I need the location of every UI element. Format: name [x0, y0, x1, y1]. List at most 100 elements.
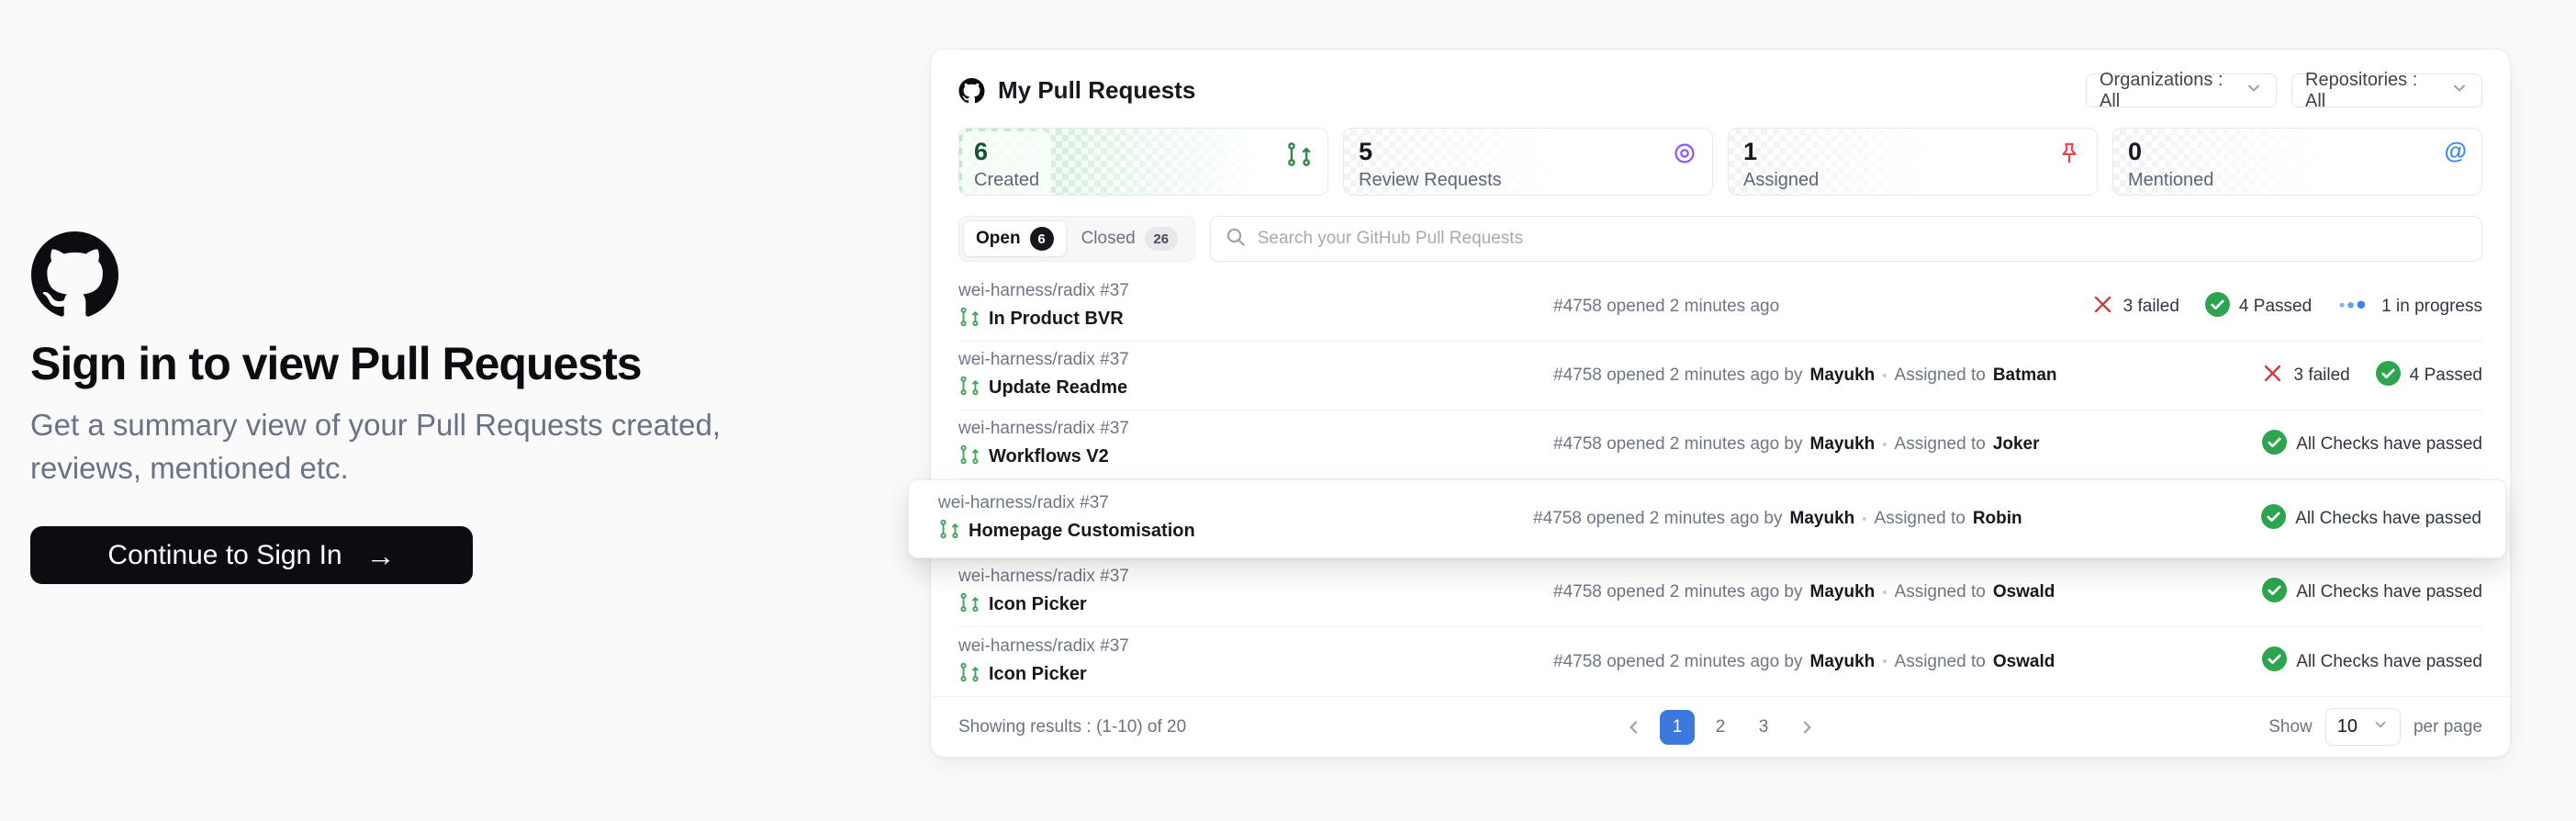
tab-open-label: Open	[976, 229, 1021, 249]
pr-row[interactable]: wei-harness/radix #37 In Product BVR #47…	[958, 273, 2482, 342]
all-checks-label: All Checks have passed	[2296, 652, 2482, 672]
tab-open[interactable]: Open 6	[963, 220, 1067, 257]
pagination: 1 2 3	[1617, 710, 1824, 745]
all-checks-passed: All Checks have passed	[2262, 578, 2482, 608]
review-requests-count: 5	[1359, 138, 1502, 165]
show-label: Show	[2268, 717, 2313, 737]
all-checks-passed: All Checks have passed	[2262, 430, 2482, 460]
tab-closed-label: Closed	[1081, 229, 1136, 249]
pull-request-icon	[958, 306, 980, 332]
repositories-filter-label: Repositories : All	[2305, 70, 2434, 112]
page-button-1[interactable]: 1	[1660, 710, 1695, 745]
page-button-3[interactable]: 3	[1746, 710, 1781, 745]
repositories-filter-dropdown[interactable]: Repositories : All	[2291, 73, 2482, 107]
pr-opened-text: #4758 opened 2 minutes ago by	[1553, 434, 1803, 455]
open-count-badge: 6	[1030, 227, 1054, 251]
failed-checks: 3 failed	[2261, 362, 2349, 390]
check-circle-icon	[2205, 292, 2230, 322]
pr-assignee: Robin	[1973, 509, 2022, 529]
tab-closed[interactable]: Closed 26	[1069, 220, 1191, 257]
arrow-right-icon: →	[366, 541, 396, 570]
pr-meta: #4758 opened 2 minutes ago by Mayukh • A…	[1533, 509, 2261, 529]
pr-assignee: Oswald	[1993, 652, 2055, 672]
pr-repo: wei-harness/radix #37	[938, 493, 1533, 513]
page-button-2[interactable]: 2	[1703, 710, 1738, 745]
search-box	[1210, 216, 2482, 262]
panel-title: My Pull Requests	[998, 76, 1195, 105]
check-circle-icon	[2262, 647, 2287, 677]
stats-row: 6 Created 5 Review Requests 1 Assigned	[958, 128, 2482, 196]
pr-repo: wei-harness/radix #37	[958, 350, 1553, 370]
pr-title: Icon Picker	[989, 664, 1087, 685]
failed-label: 3 failed	[2123, 297, 2179, 317]
assigned-to-text: Assigned to	[1895, 652, 1986, 672]
stat-card-mentioned[interactable]: 0 Mentioned @	[2112, 128, 2482, 196]
pr-status: All Checks have passed	[2262, 647, 2482, 677]
passed-label: 4 Passed	[2239, 297, 2312, 317]
pr-row[interactable]: wei-harness/radix #37 Workflows V2 #4758…	[958, 410, 2482, 479]
panel-footer: Showing results : (1-10) of 20 1 2 3 Sho…	[931, 696, 2510, 757]
pr-info: wei-harness/radix #37 Workflows V2	[958, 419, 1553, 470]
pr-opened-text: #4758 opened 2 minutes ago by	[1553, 652, 1803, 672]
check-circle-icon	[2262, 430, 2287, 460]
pr-row[interactable]: wei-harness/radix #37 Update Readme #475…	[958, 342, 2482, 410]
check-circle-icon	[2261, 504, 2286, 534]
continue-signin-label: Continue to Sign In	[107, 540, 342, 571]
check-circle-icon	[2262, 578, 2287, 608]
results-summary: Showing results : (1-10) of 20	[958, 717, 1186, 737]
failed-label: 3 failed	[2293, 366, 2349, 386]
pr-author: Mayukh	[1810, 582, 1876, 602]
pr-opened-text: #4758 opened 2 minutes ago by	[1533, 509, 1783, 529]
signin-subtitle: Get a summary view of your Pull Requests…	[30, 403, 776, 489]
pr-repo: wei-harness/radix #37	[958, 567, 1553, 587]
page-size-select[interactable]: 10	[2325, 708, 2401, 746]
chevron-down-icon	[2450, 79, 2469, 103]
search-input[interactable]	[1258, 229, 2468, 249]
assigned-to-text: Assigned to	[1895, 434, 1986, 455]
pr-status: All Checks have passed	[2262, 430, 2482, 460]
assigned-label: Assigned	[1743, 170, 1819, 191]
pr-meta: #4758 opened 2 minutes ago	[1553, 297, 2091, 317]
page-size-value: 10	[2337, 716, 2358, 737]
closed-count-badge: 26	[1145, 227, 1178, 251]
pull-request-icon	[958, 661, 980, 688]
meta-separator-dot: •	[1882, 368, 1887, 384]
pr-info: wei-harness/radix #37 In Product BVR	[958, 281, 1553, 332]
pr-status: All Checks have passed	[2261, 504, 2481, 534]
review-requests-label: Review Requests	[1359, 170, 1502, 191]
assigned-to-text: Assigned to	[1895, 366, 1986, 386]
pr-row[interactable]: wei-harness/radix #37 Icon Picker #4758 …	[958, 627, 2482, 696]
eye-icon	[1672, 141, 1697, 166]
pr-title: In Product BVR	[989, 309, 1124, 330]
pin-icon	[2056, 141, 2082, 166]
signin-section: Sign in to view Pull Requests Get a summ…	[30, 231, 785, 584]
all-checks-passed: All Checks have passed	[2261, 504, 2481, 534]
next-page-button[interactable]	[1789, 710, 1824, 745]
pr-title: Workflows V2	[989, 446, 1109, 467]
pr-status: 3 failed 4 Passed	[2261, 361, 2482, 391]
pr-author: Mayukh	[1790, 509, 1855, 529]
stat-card-assigned[interactable]: 1 Assigned	[1728, 128, 2098, 196]
pull-request-icon	[938, 518, 960, 545]
pr-info: wei-harness/radix #37 Icon Picker	[958, 567, 1553, 618]
organizations-filter-dropdown[interactable]: Organizations : All	[2086, 73, 2277, 107]
pr-status: 3 failed 4 Passed 1 in progress	[2091, 292, 2482, 322]
meta-separator-dot: •	[1882, 585, 1887, 601]
created-label: Created	[974, 170, 1039, 191]
pr-meta: #4758 opened 2 minutes ago by Mayukh • A…	[1553, 434, 2262, 455]
meta-separator-dot: •	[1882, 654, 1887, 669]
previous-page-button[interactable]	[1617, 710, 1652, 745]
pr-row[interactable]: wei-harness/radix #37 Icon Picker #4758 …	[958, 558, 2482, 627]
chevron-down-icon	[2372, 716, 2389, 738]
pr-info: wei-harness/radix #37 Icon Picker	[958, 636, 1553, 688]
continue-signin-button[interactable]: Continue to Sign In →	[30, 526, 473, 584]
assigned-count: 1	[1743, 138, 1819, 165]
state-tabs: Open 6 Closed 26	[958, 216, 1195, 262]
stat-card-created[interactable]: 6 Created	[958, 128, 1328, 196]
pr-meta: #4758 opened 2 minutes ago by Mayukh • A…	[1553, 582, 2262, 602]
pr-repo: wei-harness/radix #37	[958, 281, 1553, 301]
stat-card-review-requests[interactable]: 5 Review Requests	[1343, 128, 1713, 196]
pr-row[interactable]: wei-harness/radix #37 Homepage Customisa…	[908, 479, 2506, 558]
organizations-filter-label: Organizations : All	[2100, 70, 2228, 112]
pr-opened-text: #4758 opened 2 minutes ago	[1553, 297, 1779, 317]
